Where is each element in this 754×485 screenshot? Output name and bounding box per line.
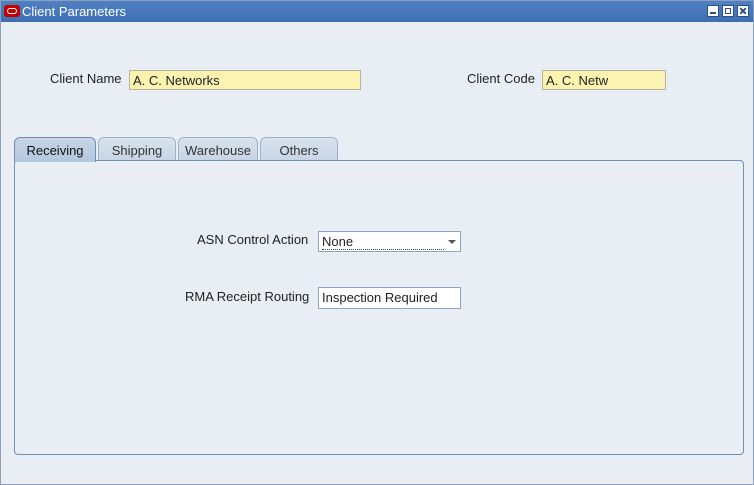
client-code-label: Client Code: [467, 71, 535, 86]
chevron-down-icon[interactable]: [448, 240, 456, 244]
rma-receipt-routing-field[interactable]: Inspection Required: [318, 287, 461, 309]
minimize-icon[interactable]: [707, 5, 719, 17]
client-name-field[interactable]: A. C. Networks: [129, 70, 361, 90]
client-code-field[interactable]: A. C. Netw: [542, 70, 666, 90]
asn-control-action-value: None: [322, 234, 444, 250]
close-icon[interactable]: [737, 5, 749, 17]
asn-control-action-select[interactable]: None: [318, 231, 461, 252]
tab-shipping[interactable]: Shipping: [98, 137, 176, 161]
tab-warehouse[interactable]: Warehouse: [178, 137, 258, 161]
maximize-icon[interactable]: [722, 5, 734, 17]
tab-receiving[interactable]: Receiving: [14, 137, 96, 162]
rma-receipt-routing-label: RMA Receipt Routing: [185, 289, 310, 304]
client-name-label: Client Name: [50, 71, 122, 86]
title-bar[interactable]: Client Parameters: [1, 1, 753, 22]
asn-control-action-label: ASN Control Action: [197, 232, 309, 247]
tab-others[interactable]: Others: [260, 137, 338, 161]
window-title: Client Parameters: [22, 4, 127, 19]
client-parameters-window: Client Parameters Client Name A. C. Netw…: [0, 0, 754, 485]
oracle-logo-icon: [4, 5, 20, 17]
